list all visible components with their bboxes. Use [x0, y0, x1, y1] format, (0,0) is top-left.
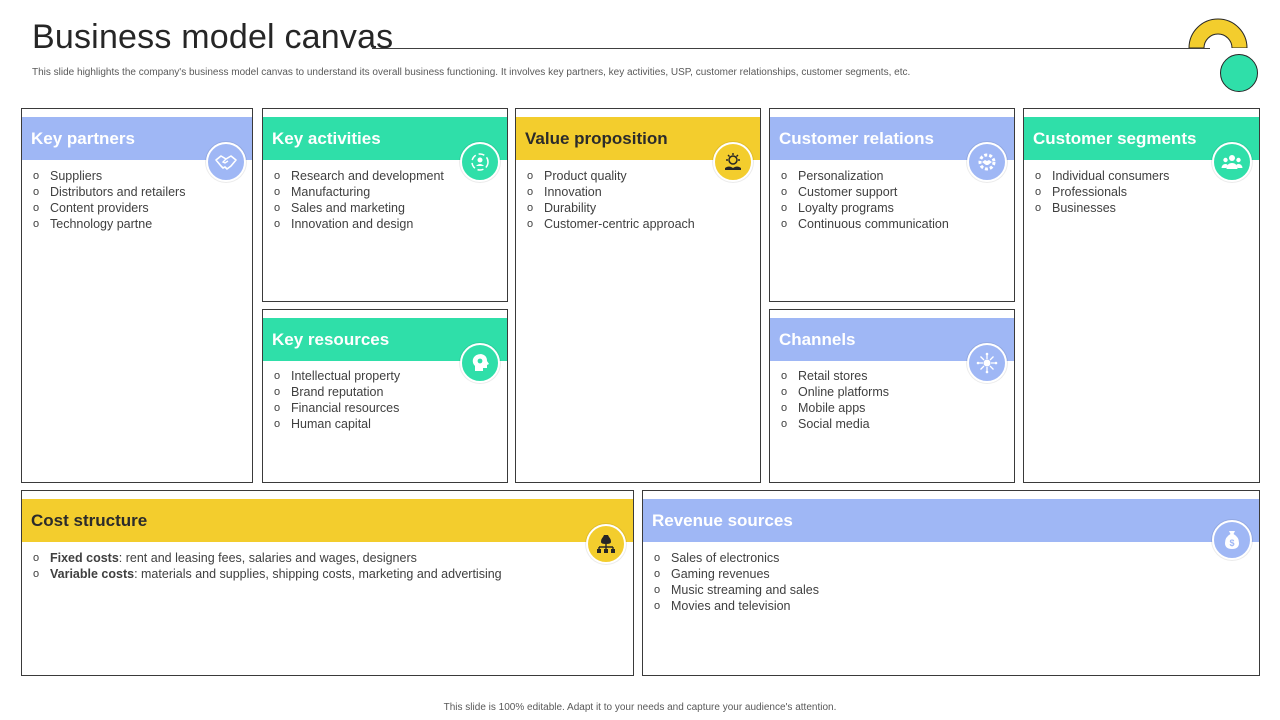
list-item: Personalization	[779, 168, 949, 184]
list-item: Innovation and design	[272, 216, 444, 232]
list-item: Gaming revenues	[652, 566, 819, 582]
customer-segments-list: Individual consumers Professionals Busin…	[1033, 168, 1169, 216]
list-item: Individual consumers	[1033, 168, 1169, 184]
head-gear-icon	[460, 343, 500, 383]
title-divider	[372, 48, 1210, 49]
list-item: Variable costs: materials and supplies, …	[31, 566, 502, 582]
revenue-sources-title: Revenue sources	[652, 511, 793, 530]
customer-relations-block: Customer relations Personalization Custo…	[769, 108, 1015, 302]
customer-relations-title: Customer relations	[779, 129, 934, 148]
variable-costs-text: : materials and supplies, shipping costs…	[134, 567, 502, 581]
list-item: Mobile apps	[779, 400, 889, 416]
decorative-half-ring	[1188, 18, 1248, 48]
variable-costs-label: Variable costs	[50, 567, 135, 581]
key-resources-title: Key resources	[272, 330, 390, 349]
decorative-circle	[1220, 54, 1258, 92]
gear-handshake-icon	[967, 142, 1007, 182]
revenue-sources-list: Sales of electronics Gaming revenues Mus…	[652, 550, 819, 614]
revenue-sources-header: Revenue sources	[643, 499, 1259, 542]
list-item: Fixed costs: rent and leasing fees, sala…	[31, 550, 502, 566]
list-item: Suppliers	[31, 168, 185, 184]
key-activities-list: Research and development Manufacturing S…	[272, 168, 444, 232]
money-bag-icon: $	[1212, 520, 1252, 560]
customer-segments-block: Customer segments Individual consumers P…	[1023, 108, 1260, 483]
list-item: Brand reputation	[272, 384, 400, 400]
fixed-costs-label: Fixed costs	[50, 551, 119, 565]
channels-title: Channels	[779, 330, 856, 349]
list-item: Customer support	[779, 184, 949, 200]
list-item: Retail stores	[779, 368, 889, 384]
fixed-costs-text: : rent and leasing fees, salaries and wa…	[118, 551, 417, 565]
svg-text:$: $	[1229, 538, 1234, 548]
cost-structure-title: Cost structure	[31, 511, 148, 530]
footer-note: This slide is 100% editable. Adapt it to…	[443, 702, 837, 713]
cost-structure-block: Cost structure Fixed costs: rent and lea…	[21, 490, 634, 676]
list-item: Loyalty programs	[779, 200, 949, 216]
list-item: Intellectual property	[272, 368, 400, 384]
list-item: Businesses	[1033, 200, 1169, 216]
key-activities-title: Key activities	[272, 129, 381, 148]
network-hub-icon	[967, 343, 1007, 383]
list-item: Manufacturing	[272, 184, 444, 200]
page-subtitle: This slide highlights the company's busi…	[32, 67, 911, 78]
cost-structure-list: Fixed costs: rent and leasing fees, sala…	[31, 550, 502, 582]
value-proposition-block: Value proposition Product quality Innova…	[515, 108, 761, 483]
idea-hand-icon	[713, 142, 753, 182]
channels-list: Retail stores Online platforms Mobile ap…	[779, 368, 889, 432]
key-partners-list: Suppliers Distributors and retailers Con…	[31, 168, 185, 232]
people-cycle-icon	[460, 142, 500, 182]
list-item: Online platforms	[779, 384, 889, 400]
list-item: Human capital	[272, 416, 400, 432]
list-item: Sales of electronics	[652, 550, 819, 566]
list-item: Continuous communication	[779, 216, 949, 232]
list-item: Movies and television	[652, 598, 819, 614]
key-partners-block: Key partners Suppliers Distributors and …	[21, 108, 253, 483]
key-partners-title: Key partners	[31, 129, 135, 148]
list-item: Financial resources	[272, 400, 400, 416]
list-item: Research and development	[272, 168, 444, 184]
list-item: Innovation	[525, 184, 695, 200]
list-item: Social media	[779, 416, 889, 432]
page-title: Business model canvas	[32, 18, 394, 56]
list-item: Music streaming and sales	[652, 582, 819, 598]
key-resources-list: Intellectual property Brand reputation F…	[272, 368, 400, 432]
list-item: Sales and marketing	[272, 200, 444, 216]
list-item: Content providers	[31, 200, 185, 216]
list-item: Durability	[525, 200, 695, 216]
list-item: Product quality	[525, 168, 695, 184]
list-item: Customer-centric approach	[525, 216, 695, 232]
value-proposition-list: Product quality Innovation Durability Cu…	[525, 168, 695, 232]
list-item: Distributors and retailers	[31, 184, 185, 200]
revenue-sources-block: Revenue sources $ Sales of electronics G…	[642, 490, 1260, 676]
customer-segments-title: Customer segments	[1033, 129, 1197, 148]
key-resources-block: Key resources Intellectual property Bran…	[262, 309, 508, 483]
cost-structure-header: Cost structure	[22, 499, 633, 542]
channels-block: Channels Retail stores Online platforms …	[769, 309, 1015, 483]
value-proposition-title: Value proposition	[525, 129, 668, 148]
key-activities-block: Key activities Research and development …	[262, 108, 508, 302]
customer-relations-list: Personalization Customer support Loyalty…	[779, 168, 949, 232]
group-icon	[1212, 142, 1252, 182]
list-item: Professionals	[1033, 184, 1169, 200]
handshake-icon	[206, 142, 246, 182]
list-item: Technology partne	[31, 216, 185, 232]
hierarchy-money-icon	[586, 524, 626, 564]
